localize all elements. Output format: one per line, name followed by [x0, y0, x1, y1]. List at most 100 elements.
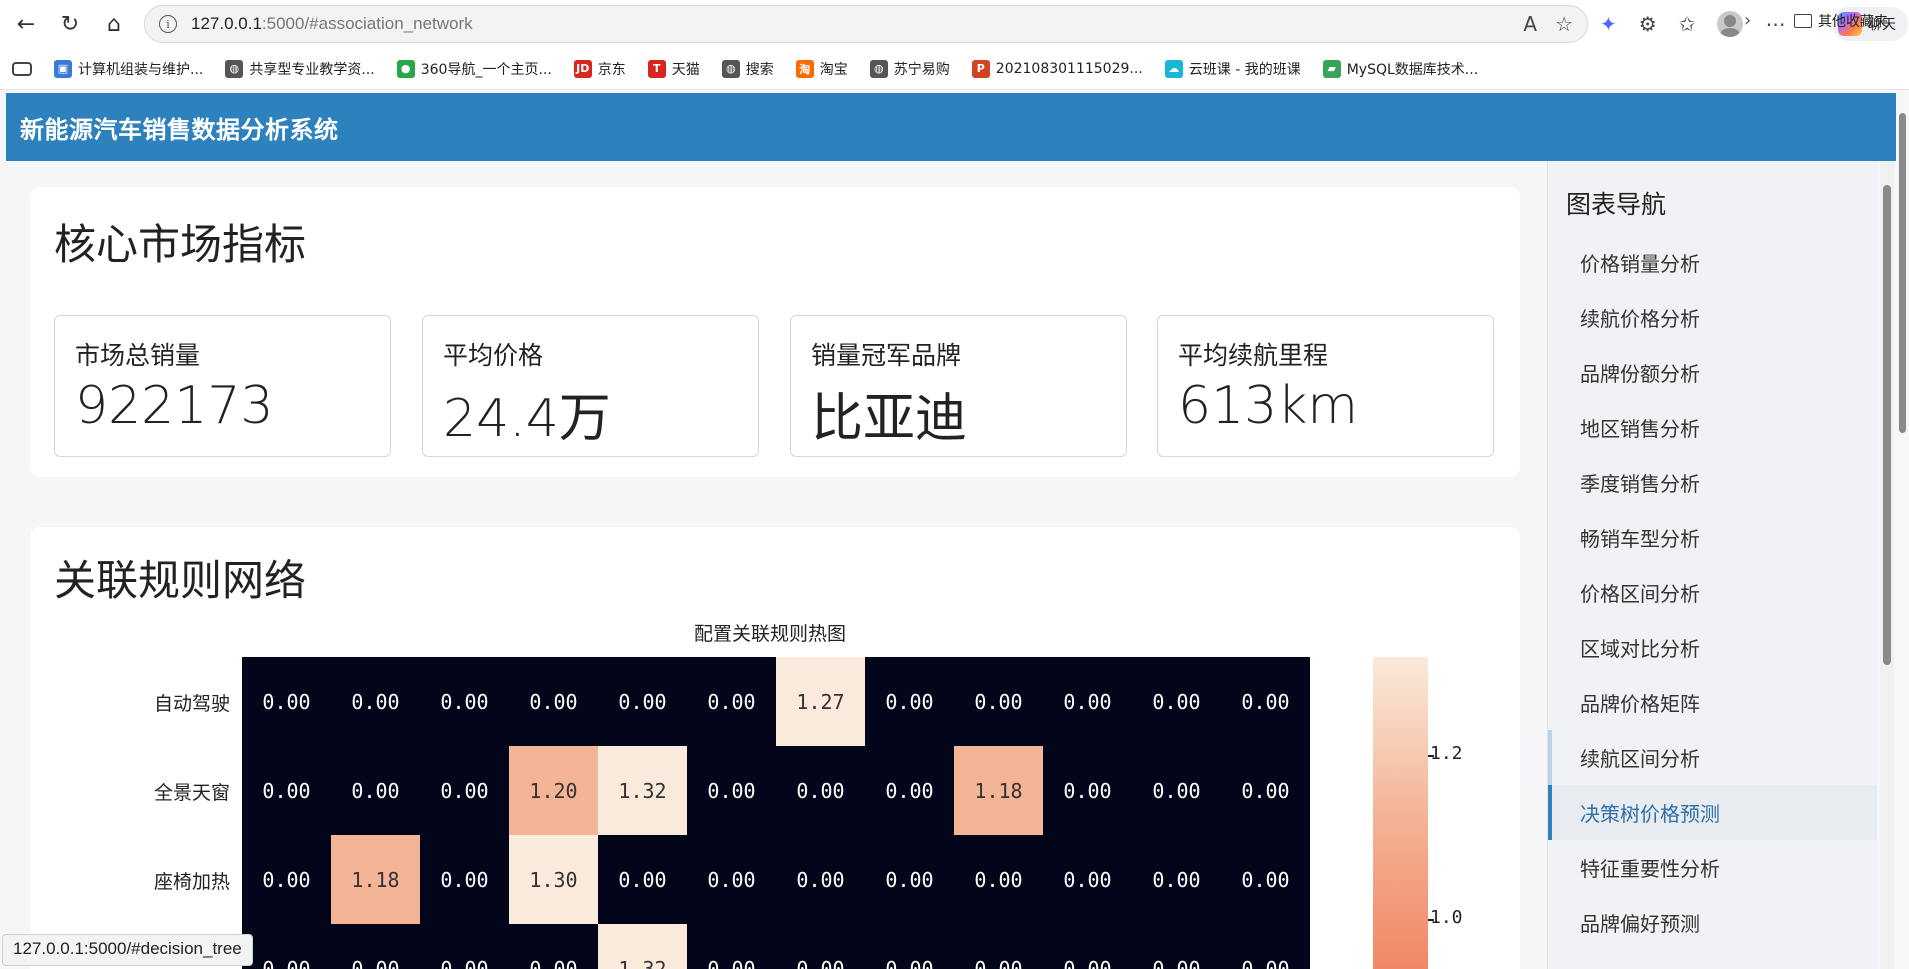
bookmark-item[interactable]: P 20210830111502​9...: [971, 59, 1143, 78]
chart-navigation-sidebar: 图表导航 价格销量分析 续航价格分析 品牌份额分析 地区销售分析 季度销售分析 畅销车型分…: [1547, 161, 1877, 969]
sidebar-nav-item[interactable]: 决策树价格预测: [1548, 785, 1877, 840]
url-text: 127.0.0.1:5000/#association_network: [191, 14, 473, 33]
heatmap-cell: 0.00: [1221, 924, 1310, 969]
bookmark-favicon-icon: ▣: [54, 59, 72, 78]
bookmark-label: 搜索: [745, 61, 774, 78]
heatmap-cell: 0.00: [1043, 924, 1132, 969]
metric-label: 销量冠军品牌: [811, 341, 962, 370]
colorbar-tick-mark: [1428, 755, 1434, 757]
heatmap-cell: 0.00: [1043, 835, 1132, 924]
heatmap-cell: 0.00: [1043, 746, 1132, 835]
page-scrollbar[interactable]: [1896, 93, 1909, 969]
heatmap-row-label: 座椅加热: [153, 871, 230, 893]
bookmark-item[interactable]: ◍ 共享型专业教学资...: [225, 59, 375, 79]
metric-label: 市场总销量: [75, 341, 201, 370]
bookmark-label: 云班课 - 我的班课: [1188, 61, 1301, 78]
heatmap-cell: 1.27: [776, 657, 865, 746]
heatmap-cell: 0.00: [331, 924, 420, 969]
heatmap-cell: 0.00: [687, 924, 776, 969]
address-bar[interactable]: i 127.0.0.1:5000/#association_network A …: [144, 5, 1588, 43]
bookmark-item[interactable]: ▣ 计算机组装与维护...: [54, 59, 203, 79]
sidebar-nav-item[interactable]: 品牌价格矩阵: [1548, 675, 1877, 730]
sidebar-nav-item[interactable]: 地区销售分析: [1548, 400, 1877, 455]
sidebar-nav-item[interactable]: 品牌偏好预测: [1548, 895, 1877, 950]
bookmark-favicon-icon: P: [971, 59, 990, 78]
bookmark-favicon-icon: ◍: [721, 59, 740, 78]
extension-k-icon[interactable]: ✦: [1600, 12, 1617, 36]
heatmap-cell: 0.00: [1132, 657, 1221, 746]
reload-icon[interactable]: ↻: [48, 2, 92, 46]
main-content: 核心市场指标 市场总销量 922173 平均价格 24.4万 销量冠军品牌 比亚…: [6, 161, 1547, 969]
heatmap-cell: 0.00: [954, 924, 1043, 969]
heatmap-cell: 0.00: [865, 657, 954, 746]
heatmap-cell: 0.00: [420, 835, 509, 924]
heatmap-cell: 0.00: [242, 657, 331, 746]
bookmark-favicon-icon: ●: [396, 59, 415, 78]
bookmark-item[interactable]: 淘淘宝: [795, 59, 848, 79]
metrics-section-title: 核心市场指标: [54, 220, 307, 269]
metric-value: 比亚迪: [811, 389, 968, 449]
bookmark-item[interactable]: ● 360导航_一个主页...: [396, 59, 552, 79]
bookmark-item[interactable]: ▰ MySQL数据库技术...: [1322, 59, 1478, 79]
heatmap-cell: 0.00: [1221, 746, 1310, 835]
heatmap-cell: 0.00: [509, 924, 598, 969]
bookmark-label: 天猫: [671, 61, 700, 78]
bookmark-favicon-icon: T: [647, 59, 666, 78]
sidebar-nav-item[interactable]: 畅销车型分析: [1548, 510, 1877, 565]
heatmap-cell: 0.00: [331, 657, 420, 746]
heatmap-cell: 0.00: [331, 746, 420, 835]
bookmark-item[interactable]: ☁ 云班课 - 我的班课: [1164, 59, 1301, 79]
profile-avatar[interactable]: [1717, 11, 1744, 37]
heatmap-cell: 0.00: [865, 835, 954, 924]
heatmap-cell: 0.00: [598, 657, 687, 746]
site-info-icon[interactable]: i: [159, 15, 177, 33]
sidebar-nav-item[interactable]: 续航价格分析: [1548, 290, 1877, 345]
network-section-title: 关联规则网络: [54, 556, 307, 605]
more-menu-icon[interactable]: ⋯: [1765, 12, 1785, 36]
app-header: 新能源汽车销售数据分析系统: [6, 93, 1897, 161]
sidebar-nav-item[interactable]: 品牌份额分析: [1548, 345, 1877, 400]
sidebar-nav-item[interactable]: 特征重要性分析: [1548, 840, 1877, 895]
sidebar-nav-item[interactable]: 季度销售分析: [1548, 455, 1877, 510]
sidebar-nav-item[interactable]: 区域对比分析: [1548, 620, 1877, 675]
scrollbar-thumb[interactable]: [1883, 185, 1891, 665]
sidebar-nav-item[interactable]: 价格销量分析: [1548, 235, 1877, 290]
heatmap-row-label: 全景天窗: [153, 782, 230, 804]
heatmap-cell: 0.00: [242, 924, 331, 969]
bookmark-label: 20210830111502​9...: [995, 60, 1143, 77]
bookmarks-toggle-icon[interactable]: [12, 61, 32, 76]
bookmarks-overflow-icon[interactable]: ›: [1744, 10, 1751, 31]
bookmark-favicon-icon: JD: [573, 59, 592, 78]
sidebar-nav-item[interactable]: 价格区间分析: [1548, 565, 1877, 620]
back-icon[interactable]: ←: [4, 2, 48, 46]
home-icon[interactable]: ⌂: [92, 2, 136, 46]
heatmap-cell: 0.00: [598, 835, 687, 924]
metric-label: 平均续航里程: [1178, 341, 1329, 370]
bookmark-label: 共享型专业教学资...: [249, 61, 375, 78]
extensions-icon[interactable]: ⚙: [1639, 12, 1657, 36]
heatmap-cell: 1.18: [954, 746, 1043, 835]
other-favorites-label: 其他收藏夹: [1818, 14, 1888, 30]
heatmap-cell: 0.00: [420, 657, 509, 746]
heatmap-cell: 0.00: [1132, 835, 1221, 924]
other-favorites[interactable]: 其他收藏夹: [1794, 11, 1888, 31]
bookmark-item[interactable]: ◍ 搜索: [721, 59, 774, 79]
heatmap-cell: 0.00: [687, 746, 776, 835]
heatmap-cell: 0.00: [1132, 924, 1221, 969]
sidebar-nav-item[interactable]: 续航区间分析: [1548, 730, 1877, 785]
heatmap-cell: 0.00: [865, 746, 954, 835]
heatmap-cell: 1.30: [509, 835, 598, 924]
favorite-star-icon[interactable]: ☆: [1555, 12, 1573, 36]
read-aloud-icon[interactable]: A: [1523, 12, 1537, 36]
bookmark-label: 计算机组装与维护...: [78, 61, 204, 78]
sidebar-scrollbar[interactable]: [1880, 161, 1894, 969]
bookmark-item[interactable]: ◍ 苏宁易购: [869, 59, 950, 79]
metric-value: 613km: [1178, 376, 1359, 436]
bookmark-label: 苏宁易购: [893, 61, 950, 78]
bookmark-label: 360导航_一个主页...: [420, 61, 552, 78]
bookmark-favicon-icon: 淘: [795, 59, 814, 78]
favorites-icon[interactable]: ✩: [1679, 12, 1696, 36]
bookmark-item[interactable]: T 天猫: [647, 59, 700, 79]
bookmark-item[interactable]: JD 京东: [573, 59, 626, 79]
scrollbar-thumb[interactable]: [1899, 113, 1906, 433]
